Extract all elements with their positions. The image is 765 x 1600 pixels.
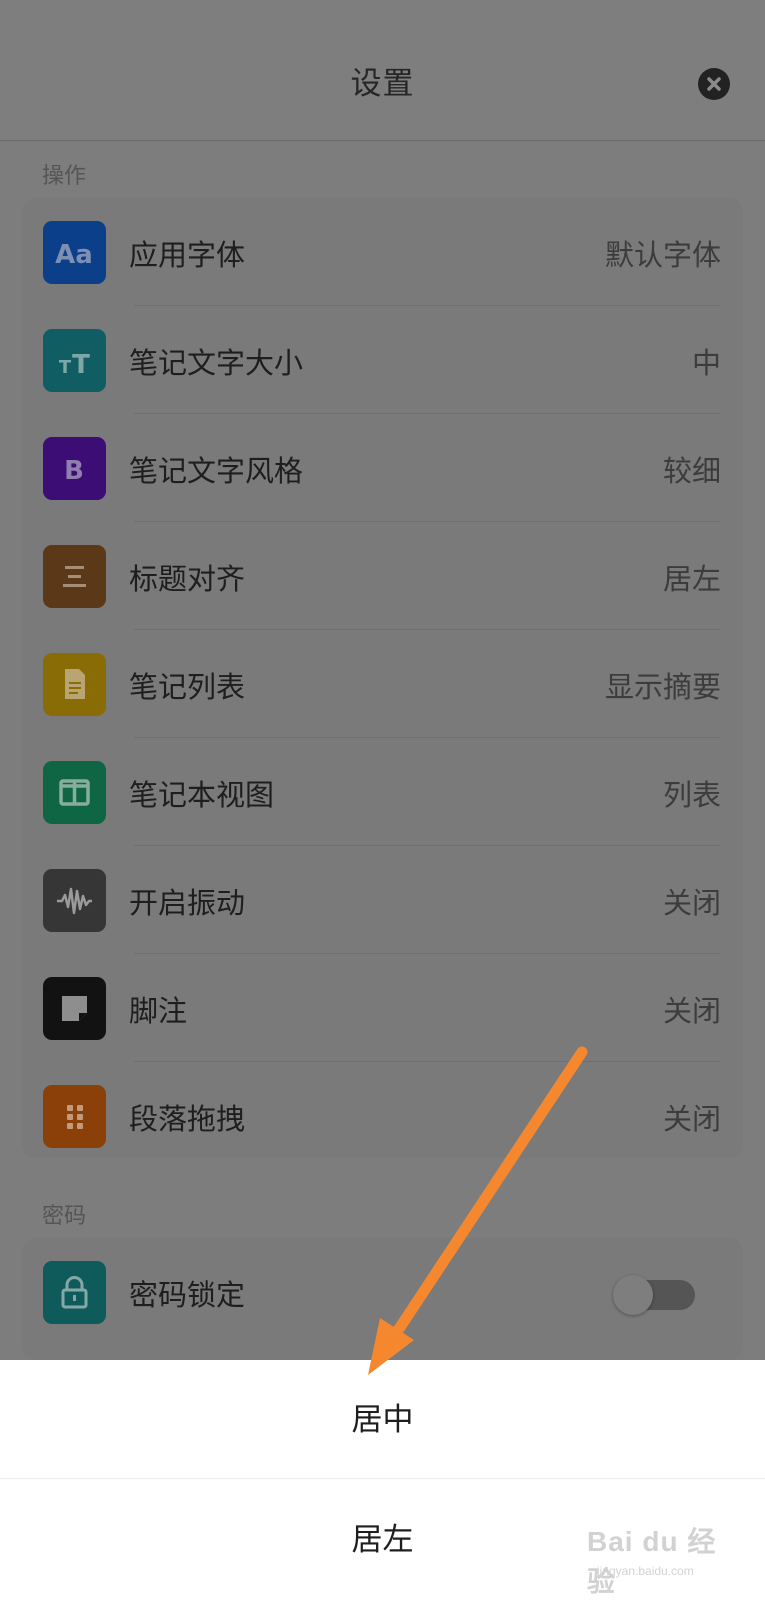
setting-value: 中 — [691, 346, 721, 380]
watermark-url: jingyan.baidu.com — [597, 1564, 694, 1578]
font-aa-icon: Aa — [43, 221, 106, 284]
setting-value: 关闭 — [662, 994, 721, 1028]
svg-text:B: B — [64, 456, 84, 486]
align-center-icon — [43, 545, 106, 608]
page-title: 设置 — [350, 66, 415, 102]
close-icon — [707, 77, 721, 91]
setting-label: 脚注 — [129, 994, 188, 1028]
svg-text:Aa: Aa — [55, 240, 93, 270]
lock-icon — [43, 1261, 106, 1324]
setting-row-note-list[interactable]: 笔记列表 显示摘要 — [22, 630, 743, 738]
setting-value: 列表 — [662, 778, 721, 812]
svg-text:T: T — [72, 350, 90, 380]
setting-value: 关闭 — [662, 1102, 721, 1136]
section-title-operations: 操作 — [42, 164, 87, 189]
note-icon — [43, 977, 106, 1040]
bold-b-icon: B — [43, 437, 106, 500]
setting-label: 笔记列表 — [129, 670, 246, 704]
setting-value: 居左 — [662, 562, 721, 596]
waveform-icon — [43, 869, 106, 932]
setting-row-vibration[interactable]: 开启振动 关闭 — [22, 846, 743, 954]
setting-row-title-align[interactable]: 标题对齐 居左 — [22, 522, 743, 630]
setting-label: 应用字体 — [129, 238, 246, 272]
setting-row-footnote[interactable]: 脚注 关闭 — [22, 954, 743, 1062]
setting-label: 笔记本视图 — [129, 778, 275, 812]
section-title-password: 密码 — [42, 1204, 87, 1229]
setting-value: 默认字体 — [604, 238, 721, 272]
document-icon — [43, 653, 106, 716]
setting-value: 较细 — [662, 454, 721, 488]
sheet-divider — [0, 1478, 765, 1479]
setting-label: 开启振动 — [129, 886, 246, 920]
setting-label: 笔记文字大小 — [129, 346, 304, 380]
settings-header: 设置 — [0, 0, 765, 141]
close-button[interactable] — [698, 68, 730, 100]
setting-row-app-font[interactable]: Aa 应用字体 默认字体 — [22, 198, 743, 306]
watermark-text: Bai du 经验 — [587, 1526, 717, 1597]
setting-label: 笔记文字风格 — [129, 454, 304, 488]
setting-row-text-size[interactable]: T T 笔记文字大小 中 — [22, 306, 743, 414]
toggle-knob — [613, 1275, 653, 1315]
svg-text:T: T — [59, 357, 72, 378]
baidu-jingyan-watermark: Bai du 经验 jingyan.baidu.com — [587, 1520, 737, 1597]
setting-row-paragraph-drag[interactable]: 段落拖拽 关闭 — [22, 1062, 743, 1170]
setting-row-text-style[interactable]: B 笔记文字风格 较细 — [22, 414, 743, 522]
setting-label: 段落拖拽 — [129, 1102, 246, 1136]
option-center[interactable]: 居中 — [0, 1360, 765, 1480]
setting-label: 标题对齐 — [129, 562, 246, 596]
password-lock-toggle[interactable] — [613, 1275, 695, 1315]
setting-value: 显示摘要 — [604, 670, 721, 704]
setting-row-password-lock[interactable]: 密码锁定 — [22, 1238, 743, 1346]
text-size-icon: T T — [43, 329, 106, 392]
columns-icon — [43, 761, 106, 824]
setting-value: 关闭 — [662, 886, 721, 920]
settings-screen: 设置 操作 Aa 应用字体 默认字体 T T 笔记文字大小 中 B 笔记文字风格… — [0, 0, 765, 1600]
setting-label: 密码锁定 — [129, 1278, 246, 1312]
setting-row-notebook-view[interactable]: 笔记本视图 列表 — [22, 738, 743, 846]
drag-grid-icon — [43, 1085, 106, 1148]
